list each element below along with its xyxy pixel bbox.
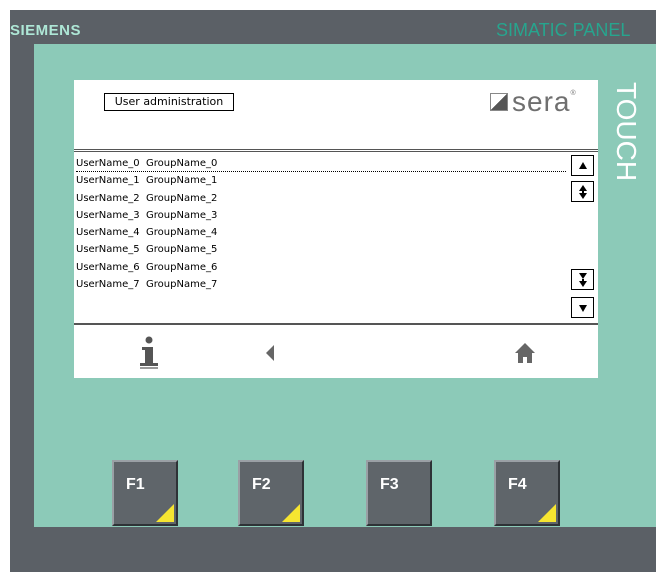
list-item[interactable]: UserName_7 GroupName_7 (76, 276, 566, 293)
list-item[interactable]: UserName_5 GroupName_5 (76, 241, 566, 258)
model-label: SIMATIC PANEL (496, 20, 631, 40)
page-up-icon (578, 184, 587, 199)
list-item[interactable]: UserName_2 GroupName_2 (76, 190, 566, 207)
scroll-down-button[interactable] (571, 297, 594, 318)
function-key-f4[interactable]: F4 (494, 460, 560, 526)
function-key-f3[interactable]: F3 (366, 460, 432, 526)
logo-registered-mark: ® (570, 90, 576, 97)
logo-mark-icon (490, 93, 508, 111)
arrow-down-icon (578, 304, 587, 312)
list-item[interactable]: UserName_6 GroupName_6 (76, 259, 566, 276)
home-icon[interactable] (514, 342, 536, 364)
logo-text: sera (512, 86, 571, 117)
scroll-up-button[interactable] (571, 155, 594, 176)
screen-title: User administration (104, 93, 234, 111)
page-down-button[interactable] (571, 269, 594, 290)
fkey-corner-mark (538, 504, 556, 522)
list-item[interactable]: UserName_4 GroupName_4 (76, 224, 566, 241)
fkey-corner-mark (156, 504, 174, 522)
page-down-icon (578, 272, 587, 287)
list-item[interactable]: UserName_0 GroupName_0 (76, 155, 566, 173)
arrow-up-icon (578, 161, 587, 169)
page-up-button[interactable] (571, 181, 594, 202)
screen-nav-bar (74, 328, 598, 378)
touch-label: TOUCH (611, 82, 642, 182)
function-key-f1[interactable]: F1 (112, 460, 178, 526)
user-list[interactable]: UserName_0 GroupName_0 UserName_1 GroupN… (76, 155, 566, 293)
info-icon[interactable] (138, 336, 160, 370)
function-key-f2[interactable]: F2 (238, 460, 304, 526)
list-item[interactable]: UserName_1 GroupName_1 (76, 172, 566, 189)
back-arrow-icon[interactable] (264, 345, 276, 361)
brand-label: SIEMENS (10, 22, 82, 39)
sera-logo: sera ® (490, 86, 576, 118)
fkey-corner-mark (282, 504, 300, 522)
list-item[interactable]: UserName_3 GroupName_3 (76, 207, 566, 224)
